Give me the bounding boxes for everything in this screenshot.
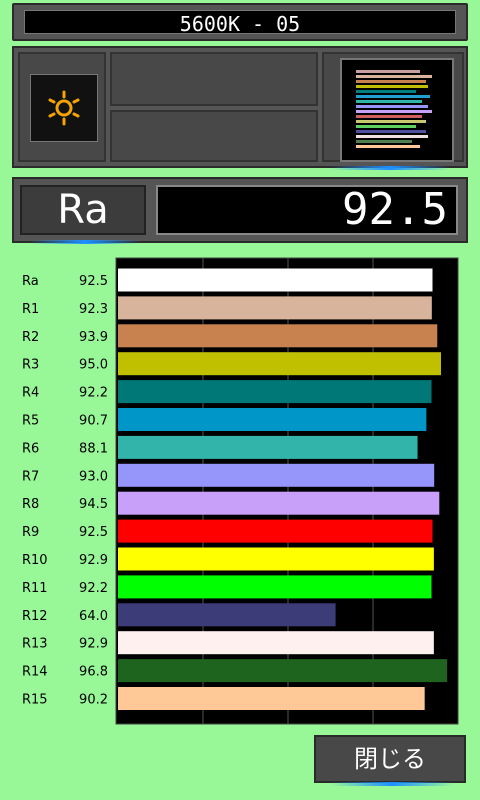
category-label-r3: R3 <box>22 358 39 373</box>
value-label-r6: 88.1 <box>79 441 108 456</box>
ra-panel: Ra 92.5 <box>12 177 468 243</box>
category-label-r12: R12 <box>22 609 48 624</box>
bar-r3 <box>118 352 441 376</box>
category-label-r8: R8 <box>22 497 39 512</box>
thumbnail-accent <box>330 166 450 170</box>
ra-label: Ra <box>20 185 146 235</box>
value-label-r12: 64.0 <box>79 609 108 624</box>
bar-r7 <box>118 463 435 487</box>
category-label-r7: R7 <box>22 469 39 484</box>
light-source-button[interactable] <box>30 74 98 142</box>
value-label-r14: 96.8 <box>79 665 108 680</box>
value-label-r9: 92.5 <box>79 525 108 540</box>
light-source-cell <box>18 52 106 162</box>
value-label-r15: 90.2 <box>79 693 108 708</box>
spectrum-cell[interactable] <box>322 52 464 162</box>
value-label-r13: 92.9 <box>79 637 108 652</box>
category-label-r15: R15 <box>22 693 48 708</box>
bar-r13 <box>118 631 434 655</box>
value-label-r5: 90.7 <box>79 414 108 429</box>
bar-r15 <box>118 687 425 710</box>
bar-r4 <box>118 380 432 404</box>
info-cell-top <box>110 52 318 106</box>
value-label-ra: 92.5 <box>79 274 108 289</box>
cri-thumbnail-chart <box>356 70 432 148</box>
ra-value: 92.5 <box>156 185 458 235</box>
bar-r12 <box>118 603 336 627</box>
bar-ra <box>118 268 433 292</box>
close-button[interactable]: 閉じる <box>314 735 466 783</box>
value-label-r10: 92.9 <box>79 553 108 568</box>
category-label-r10: R10 <box>22 553 48 568</box>
category-label-r4: R4 <box>22 386 39 401</box>
bar-r14 <box>118 659 448 683</box>
title-bar: 5600K - 05 <box>12 3 468 41</box>
value-label-r3: 95.0 <box>79 358 108 373</box>
cri-bar-chart: Ra 92.5 R1 92.3 R2 93.9 R3 95.0 R4 92.2 R5 90.7 R6 88… <box>22 257 459 725</box>
value-label-r1: 92.3 <box>79 302 108 317</box>
info-cell-bottom <box>110 110 318 162</box>
cri-thumbnail[interactable] <box>340 58 454 162</box>
value-label-r8: 94.5 <box>79 497 108 512</box>
value-label-r7: 93.0 <box>79 469 108 484</box>
ra-accent <box>30 240 140 244</box>
value-label-r11: 92.2 <box>79 581 108 596</box>
bar-r6 <box>118 435 418 459</box>
category-label-r11: R11 <box>22 581 48 596</box>
value-label-r4: 92.2 <box>79 386 108 401</box>
bar-r11 <box>118 575 432 599</box>
bar-r8 <box>118 491 440 515</box>
measurement-title: 5600K - 05 <box>24 10 456 36</box>
bar-r2 <box>118 324 438 348</box>
category-label-r2: R2 <box>22 330 39 345</box>
bar-r10 <box>118 547 434 571</box>
category-label-r6: R6 <box>22 441 39 456</box>
category-label-r5: R5 <box>22 414 39 429</box>
cri-chart-area: Ra 92.5 R1 92.3 R2 93.9 R3 95.0 R4 92.2 R5 90.7 R6 88… <box>0 256 480 726</box>
category-label-r1: R1 <box>22 302 39 317</box>
info-panel <box>12 46 468 168</box>
category-label-ra: Ra <box>22 274 39 289</box>
bar-r9 <box>118 519 433 543</box>
bar-r5 <box>118 408 427 431</box>
category-label-r13: R13 <box>22 637 48 652</box>
close-accent <box>330 782 454 786</box>
bar-r1 <box>118 296 432 320</box>
value-label-r2: 93.9 <box>79 330 108 345</box>
category-label-r9: R9 <box>22 525 39 540</box>
sun-icon <box>48 90 80 126</box>
category-label-r14: R14 <box>22 665 48 680</box>
